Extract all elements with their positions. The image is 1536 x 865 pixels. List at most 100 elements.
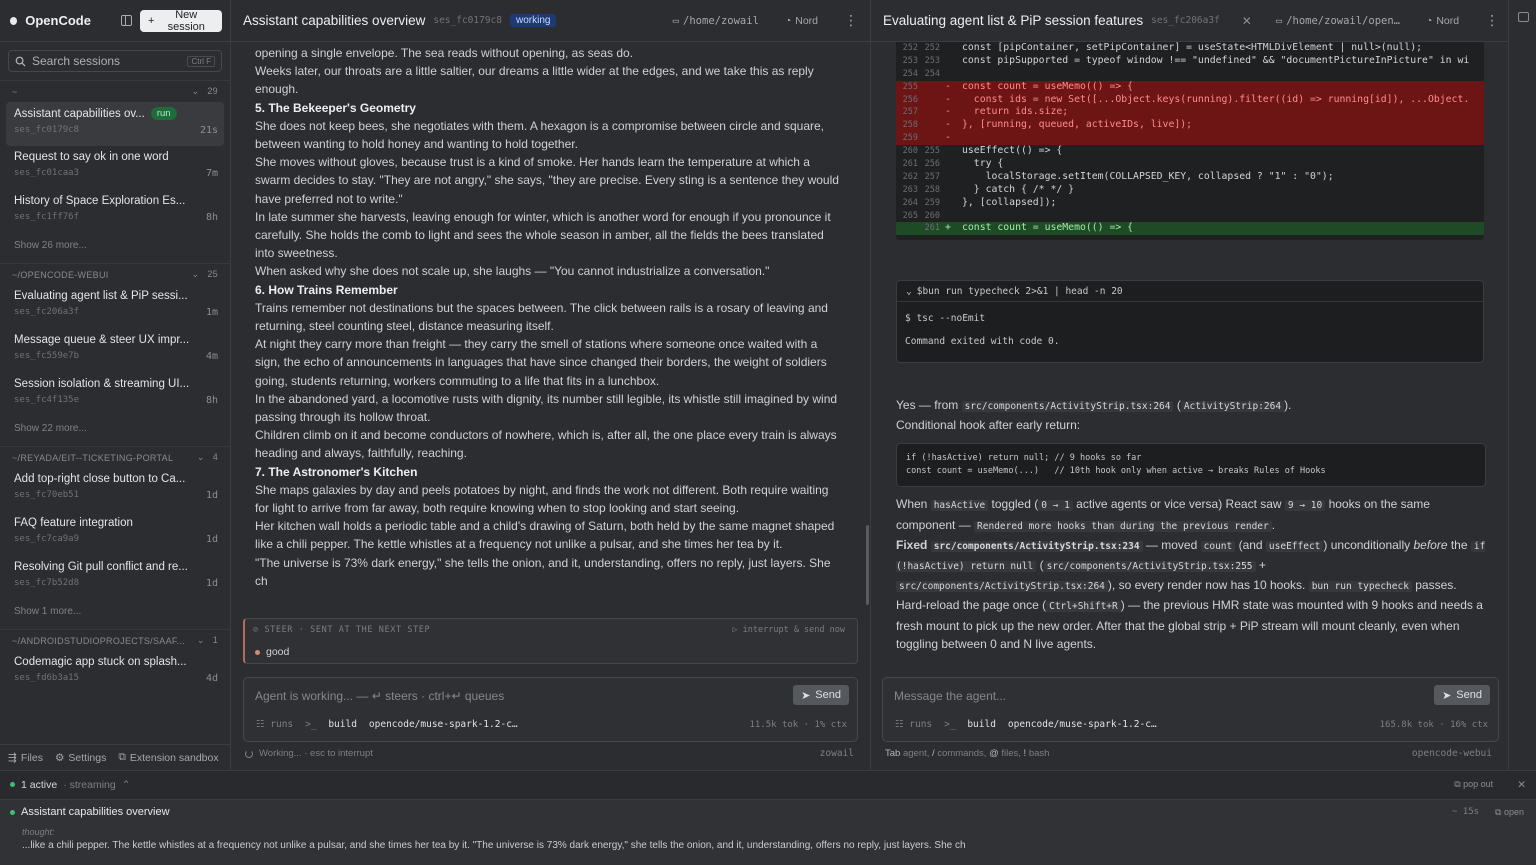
session-id: ses_fc206a3f — [1151, 15, 1220, 26]
session-group-header[interactable]: ~/REYADA/EIT--TICKETING-PORTAL ⌄ 4 — [0, 446, 230, 468]
old-line-number: 262 — [902, 171, 918, 182]
interrupt-send-button[interactable]: ▷ interrupt & send now — [732, 625, 845, 635]
settings-button[interactable]: ⚙ Settings — [55, 752, 106, 764]
run-badge: run — [150, 107, 177, 120]
panel-toggle-icon[interactable] — [1518, 12, 1529, 22]
text: Hard-reload the page once ( — [896, 598, 1047, 613]
session-title-row: Session isolation & streaming UI... — [14, 378, 218, 390]
mode-label: build — [967, 719, 996, 730]
path-label: /home/zowail — [683, 14, 759, 27]
hint-label: agent, — [902, 748, 930, 759]
session-item[interactable]: Assistant capabilities ov... run ses_fc017… — [6, 102, 224, 146]
mode-button[interactable]: >_ build — [305, 719, 357, 730]
more-menu-icon[interactable]: ⋮ — [844, 12, 858, 29]
assistant-reply: Yes — from src/components/ActivityStrip.… — [896, 396, 1486, 653]
session-group-header[interactable]: ~ ⌄ 29 — [0, 80, 230, 102]
chevron-down-icon[interactable]: ⌄ — [197, 452, 205, 463]
activity-card[interactable]: Assistant capabilities overview ~ 15s ⧉ … — [0, 799, 1536, 865]
session-title: Session isolation & streaming UI... — [14, 378, 190, 390]
session-group-header[interactable]: ~/ANDROIDSTUDIOPROJECTS/SAAF... ⌄ 1 — [0, 629, 230, 651]
session-age: 4m — [205, 351, 218, 362]
session-meta: ses_fc70eb51 1d — [14, 490, 218, 501]
send-icon: ➤ — [1442, 689, 1452, 702]
sidebar-toggle-icon[interactable] — [120, 15, 133, 26]
show-more-link[interactable]: Show 1 more... — [0, 600, 230, 629]
live-dot-icon — [10, 809, 15, 815]
session-item[interactable]: Session isolation & streaming UI... ses_f… — [6, 373, 224, 417]
activity-strip-header[interactable]: 1 active · streaming ⌃ ⧉ pop out ✕ — [0, 771, 1536, 798]
files-button[interactable]: ⇶ Files — [8, 752, 43, 764]
session-title-row: History of Space Exploration Es... — [14, 195, 218, 207]
theme-label: Nord — [1436, 14, 1460, 27]
inline-code: useEffect — [1265, 540, 1324, 552]
steer-item[interactable]: good — [255, 646, 289, 658]
session-item[interactable]: Codemagic app stuck on splash... ses_fd6b… — [6, 651, 224, 695]
chevron-down-icon[interactable]: ⌄ — [192, 269, 200, 280]
path-button[interactable]: ▭/home/zowail/open… — [1276, 15, 1400, 27]
session-item[interactable]: Add top-right close button to Ca... ses_f… — [6, 468, 224, 512]
send-button[interactable]: ➤ Send — [1434, 685, 1490, 705]
send-button[interactable]: ➤ Send — [793, 685, 849, 705]
mode-button[interactable]: >_ build — [944, 719, 996, 730]
hint-key: @ — [989, 748, 999, 759]
reply-paragraph: Hard-reload the page once (Ctrl+Shift+R)… — [896, 596, 1486, 653]
session-group-header[interactable]: ~/OPENCODE-WEBUI ⌄ 25 — [0, 263, 230, 285]
session-item[interactable]: History of Space Exploration Es... ses_fc… — [6, 190, 224, 234]
chevron-down-icon[interactable]: ⌄ — [192, 86, 200, 97]
theme-button[interactable]: ◔ Nord — [785, 15, 818, 27]
new-session-button[interactable]: + New session — [140, 9, 222, 33]
terminal-header[interactable]: ⌄ $bun run typecheck 2>&1 | head -n 20 — [897, 281, 1483, 302]
model-selector[interactable]: opencode/muse-spark-1.2-c… — [369, 719, 518, 730]
pop-out-label: pop out — [1463, 779, 1494, 789]
session-item[interactable]: Message queue & steer UX impr... ses_fc55… — [6, 329, 224, 373]
theme-button[interactable]: ◔ Nord — [1426, 15, 1459, 27]
composer[interactable]: Agent is working... — ↵ steers · ctrl+↵ … — [243, 677, 858, 742]
diff-code: } catch { /* */ } — [962, 183, 1075, 195]
diff-code: const pipSupported = typeof window !== "… — [962, 54, 1470, 66]
composer[interactable]: Message the agent... ➤ Send ☷ runs >_ bui… — [882, 677, 1499, 742]
diff-sign — [940, 197, 956, 210]
hint-key: Tab — [885, 748, 901, 759]
session-id: ses_fc0179c8 — [433, 15, 502, 26]
hint-key: / — [932, 748, 935, 759]
pane-header: Evaluating agent list & PiP session feat… — [871, 0, 1508, 42]
close-icon[interactable]: ✕ — [1517, 779, 1526, 791]
session-item[interactable]: FAQ feature integration ses_fc7ca9a9 1d — [6, 512, 224, 556]
session-item[interactable]: Evaluating agent list & PiP sessi... ses_… — [6, 285, 224, 329]
terminal-block: ⌄ $bun run typecheck 2>&1 | head -n 20 $ … — [896, 280, 1484, 363]
thought-label: thought: — [22, 827, 55, 837]
extension-sandbox-button[interactable]: ⧉ Extension sandbox — [118, 751, 218, 764]
session-title: Resolving Git pull conflict and re... — [14, 561, 188, 573]
pane-header: Assistant capabilities overview ses_fc01… — [231, 0, 870, 42]
session-id: ses_fc70eb51 — [14, 490, 80, 500]
session-item[interactable]: Request to say ok in one word ses_fc01caa… — [6, 146, 224, 190]
chevron-up-icon[interactable]: ⌃ — [122, 779, 131, 791]
files-label: Files — [20, 751, 43, 764]
old-line-number — [896, 222, 918, 235]
show-more-link[interactable]: Show 22 more... — [0, 417, 230, 446]
diff-code — [956, 210, 962, 223]
runs-button[interactable]: ☷ runs — [895, 719, 932, 730]
search-input[interactable]: Search sessions Ctrl F — [8, 50, 222, 72]
status-project: opencode-webui — [1411, 748, 1492, 759]
diff-line: 254 254 — [896, 68, 1484, 81]
chevron-down-icon[interactable]: ⌄ — [197, 635, 205, 646]
section-heading: 7. The Astronomer's Kitchen — [255, 464, 418, 479]
path-button[interactable]: ▭/home/zowail — [673, 15, 759, 27]
pop-out-button[interactable]: ⧉ pop out — [1454, 779, 1493, 790]
session-item[interactable]: Resolving Git pull conflict and re... ses… — [6, 556, 224, 600]
open-button[interactable]: ⧉ open — [1495, 807, 1524, 818]
open-label: open — [1503, 806, 1524, 817]
scrollbar[interactable] — [866, 525, 869, 605]
diff-code: try { — [962, 158, 1004, 170]
show-more-link[interactable]: Show 26 more... — [0, 234, 230, 263]
more-menu-icon[interactable]: ⋮ — [1485, 12, 1499, 29]
token-count: 165.8k tok · 16% ctx — [1379, 719, 1488, 730]
runs-button[interactable]: ☷ runs — [256, 719, 293, 730]
group-meta: ⌄ 1 — [197, 635, 218, 646]
model-selector[interactable]: opencode/muse-spark-1.2-c… — [1008, 719, 1157, 730]
session-meta: ses_fc559e7b 4m — [14, 351, 218, 362]
close-icon[interactable]: ✕ — [1242, 14, 1252, 28]
text: ( — [1173, 398, 1181, 412]
